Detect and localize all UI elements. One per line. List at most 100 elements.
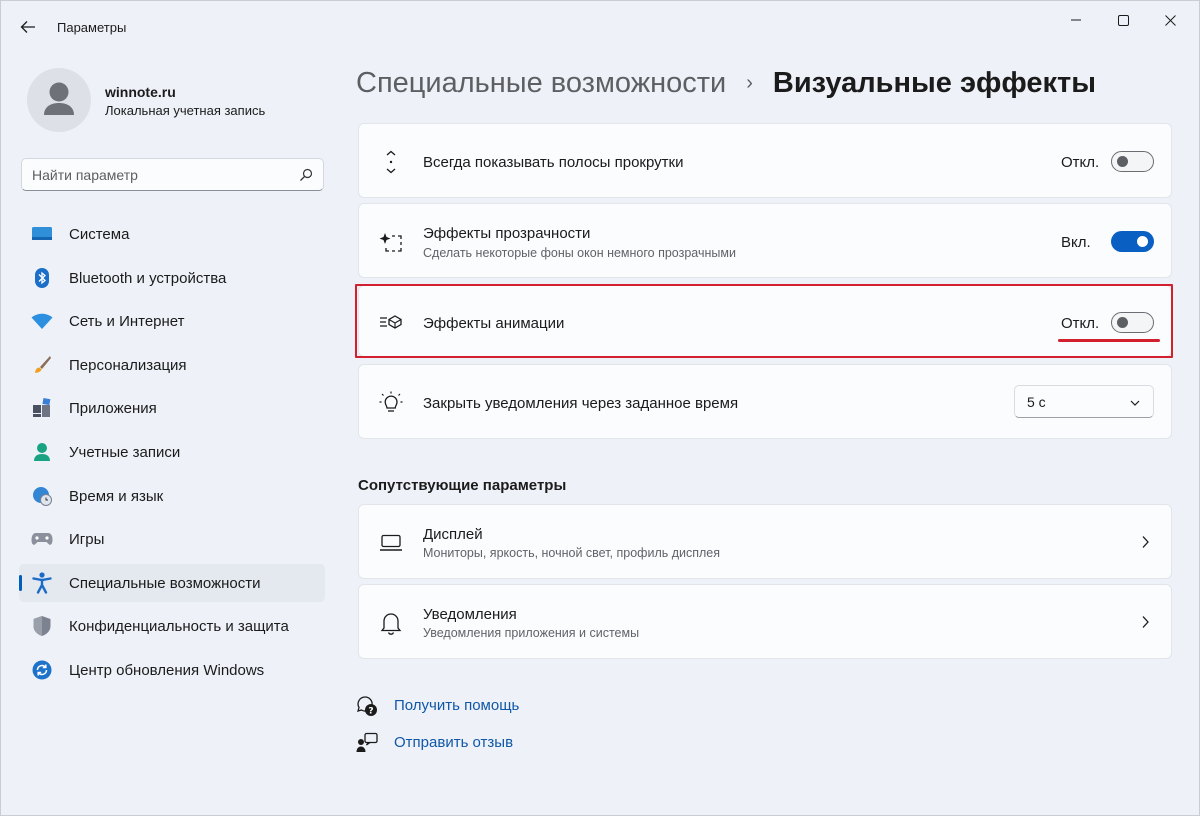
toggle-state-label: Вкл. <box>1061 234 1091 251</box>
setting-title: Закрыть уведомления через заданное время <box>423 395 739 412</box>
sidebar-nav: Система Bluetooth и устройства Сеть и Ин… <box>19 215 325 695</box>
app-title: Параметры <box>57 20 127 35</box>
sidebar-item-system[interactable]: Система <box>19 215 325 253</box>
settings-window: Параметры winnote.ru Локальная учетная з… <box>0 0 1200 816</box>
sidebar-item-label: Персонализация <box>69 356 187 374</box>
related-item-notifications[interactable]: Уведомления Уведомления приложения и сис… <box>358 584 1172 659</box>
breadcrumb-separator: › <box>746 72 753 94</box>
wifi-icon <box>31 311 53 331</box>
sidebar-item-gaming[interactable]: Игры <box>19 520 325 558</box>
related-item-title: Уведомления <box>423 606 517 623</box>
chevron-down-icon <box>1130 400 1140 406</box>
maximize-button[interactable] <box>1100 5 1146 35</box>
avatar[interactable] <box>27 68 91 132</box>
back-button[interactable] <box>15 15 41 39</box>
svg-text:?: ? <box>368 707 373 717</box>
search-box[interactable] <box>21 158 324 191</box>
search-icon[interactable] <box>299 168 313 182</box>
sidebar-item-label: Bluetooth и устройства <box>69 269 227 287</box>
sidebar-item-label: Конфиденциальность и защита <box>69 618 289 636</box>
send-feedback-link[interactable]: Отправить отзыв <box>356 731 513 755</box>
display-icon <box>379 531 403 555</box>
toggle-knob <box>1117 156 1128 167</box>
sidebar-item-personalization[interactable]: Персонализация <box>19 346 325 384</box>
sidebar-item-label: Специальные возможности <box>69 574 261 592</box>
sidebar-item-label: Сеть и Интернет <box>69 313 185 331</box>
sidebar-item-privacy[interactable]: Конфиденциальность и защита <box>19 607 325 645</box>
toggle-state-label: Откл. <box>1061 315 1100 332</box>
accessibility-icon <box>31 572 53 594</box>
apps-icon <box>31 398 53 418</box>
setting-title: Эффекты анимации <box>423 315 565 332</box>
gamepad-icon <box>31 529 53 549</box>
sidebar-item-label: Система <box>69 226 130 243</box>
animation-icon <box>379 310 403 334</box>
related-item-title: Дисплей <box>423 526 483 543</box>
toggle-state-label: Откл. <box>1061 154 1100 171</box>
setting-title: Всегда показывать полосы прокрутки <box>423 154 684 171</box>
dropdown-value: 5 с <box>1027 394 1046 410</box>
transparency-toggle[interactable] <box>1111 231 1154 252</box>
close-button[interactable] <box>1147 5 1193 35</box>
link-text[interactable]: Отправить отзыв <box>394 734 513 751</box>
brush-icon <box>31 355 53 375</box>
minimize-button[interactable] <box>1053 5 1099 35</box>
link-text[interactable]: Получить помощь <box>394 697 519 714</box>
toggle-knob <box>1137 236 1148 247</box>
timeout-dropdown[interactable]: 5 с <box>1014 385 1154 418</box>
sidebar-item-network[interactable]: Сеть и Интернет <box>19 302 325 340</box>
chevron-right-icon <box>1142 536 1149 548</box>
setting-subtitle: Сделать некоторые фоны окон немного проз… <box>423 246 736 260</box>
search-input[interactable] <box>32 159 292 190</box>
sidebar-item-apps[interactable]: Приложения <box>19 389 325 427</box>
get-help-link[interactable]: ? Получить помощь <box>356 694 519 718</box>
maximize-icon <box>1117 14 1129 26</box>
sidebar-item-time-language[interactable]: Время и язык <box>19 477 325 515</box>
active-indicator <box>19 574 22 591</box>
animation-toggle[interactable] <box>1111 312 1154 333</box>
setting-title: Эффекты прозрачности <box>423 225 591 242</box>
user-name: winnote.ru <box>105 84 176 100</box>
sidebar-item-label: Игры <box>69 531 105 549</box>
breadcrumb-parent[interactable]: Специальные возможности <box>356 67 726 100</box>
bluetooth-icon <box>31 267 53 288</box>
transparency-sparkle-icon <box>379 230 403 254</box>
lightbulb-icon <box>379 391 403 415</box>
toggle-knob <box>1117 317 1128 328</box>
setting-notification-timeout: Закрыть уведомления через заданное время… <box>358 364 1172 439</box>
minimize-icon <box>1071 19 1081 21</box>
scroll-arrows-icon <box>379 150 403 174</box>
chevron-right-icon <box>1142 616 1149 628</box>
setting-scrollbars: Всегда показывать полосы прокрутки Откл. <box>358 123 1172 198</box>
sidebar-item-accessibility[interactable]: Специальные возможности <box>19 563 325 602</box>
system-icon <box>31 224 53 244</box>
globe-clock-icon <box>31 486 53 506</box>
shield-icon <box>31 616 53 637</box>
user-icon <box>44 82 74 115</box>
sidebar-item-label: Учетные записи <box>69 443 181 461</box>
related-settings-heading: Сопутствующие параметры <box>358 477 567 494</box>
highlight-underline <box>1058 339 1160 342</box>
related-item-subtitle: Уведомления приложения и системы <box>423 626 640 640</box>
feedback-icon <box>356 732 378 754</box>
related-item-subtitle: Мониторы, яркость, ночной свет, профиль … <box>423 546 721 560</box>
account-type: Локальная учетная запись <box>105 103 266 118</box>
arrow-left-icon <box>20 21 35 33</box>
scrollbars-toggle[interactable] <box>1111 151 1154 172</box>
sidebar-item-label: Приложения <box>69 400 157 418</box>
sidebar-item-bluetooth[interactable]: Bluetooth и устройства <box>19 259 325 297</box>
sidebar-item-label: Время и язык <box>69 487 164 505</box>
breadcrumb: Специальные возможности › Визуальные эфф… <box>356 67 1096 100</box>
setting-transparency: Эффекты прозрачности Сделать некоторые ф… <box>358 203 1172 278</box>
related-item-display[interactable]: Дисплей Мониторы, яркость, ночной свет, … <box>358 504 1172 579</box>
update-icon <box>31 660 53 680</box>
page-title: Визуальные эффекты <box>772 67 1096 99</box>
sidebar-item-label: Центр обновления Windows <box>69 661 265 679</box>
title-bar: Параметры <box>1 1 1199 49</box>
close-icon <box>1164 14 1176 26</box>
help-chat-icon: ? <box>356 695 378 717</box>
setting-animation: Эффекты анимации Откл. <box>358 285 1172 357</box>
sidebar-item-accounts[interactable]: Учетные записи <box>19 433 325 471</box>
sidebar-item-windows-update[interactable]: Центр обновления Windows <box>19 651 325 689</box>
account-icon <box>31 442 53 462</box>
